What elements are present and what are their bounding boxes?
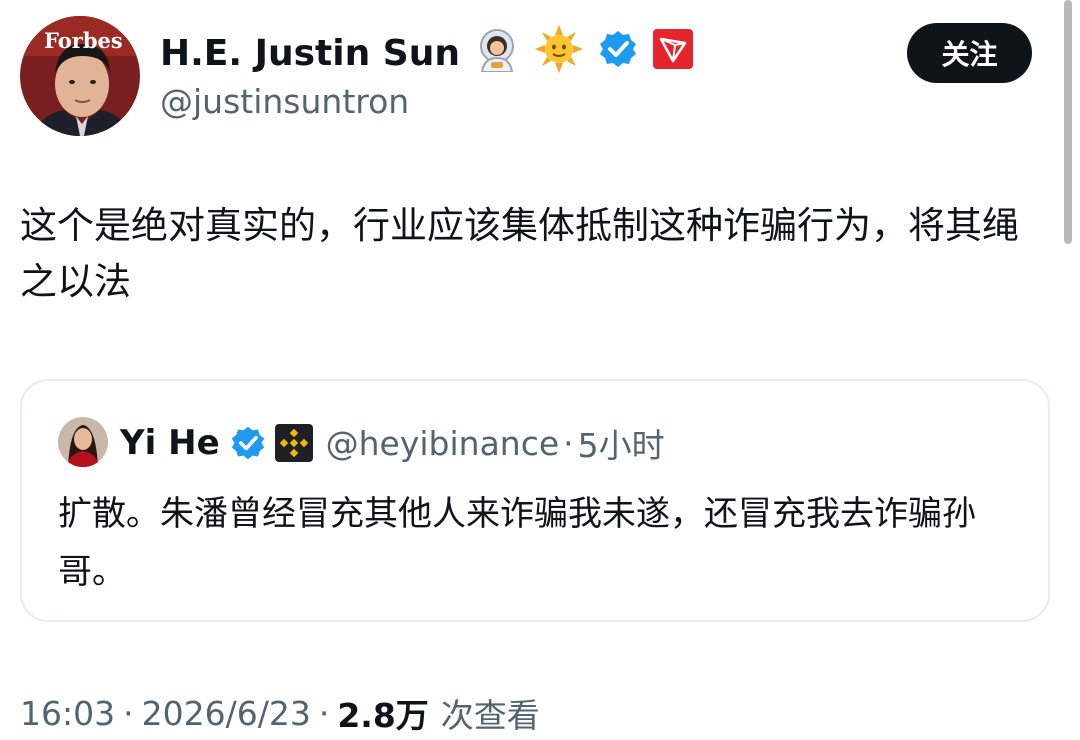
tweet-time[interactable]: 16:03 <box>20 694 115 733</box>
quote-body: 扩散。朱潘曾经冒充其他人来诈骗我未遂，还冒充我去诈骗孙哥。 <box>58 494 976 592</box>
tweet-body: 这个是绝对真实的，行业应该集体抵制这种诈骗行为，将其绳之以法 <box>20 204 1019 303</box>
tweet-date[interactable]: 2026/6/23 <box>142 694 311 733</box>
avatar-magazine-text: Forbes <box>44 28 123 53</box>
follow-button[interactable]: 关注 <box>907 23 1032 83</box>
astronaut-emoji-icon <box>474 26 520 81</box>
verified-badge-icon[interactable] <box>598 29 638 78</box>
quote-separator: · <box>563 423 574 463</box>
tron-logo-icon[interactable] <box>652 28 694 79</box>
quote-timestamp[interactable]: 5小时 <box>578 419 665 467</box>
quote-header: Yi He @heyibinance · 5小时 <box>120 417 665 469</box>
quote-verified-badge-icon[interactable] <box>230 425 266 461</box>
binance-logo-icon[interactable] <box>274 423 314 463</box>
avatar-image: Forbes <box>20 16 140 136</box>
sun-emoji-icon <box>534 24 584 83</box>
scrollbar-thumb[interactable] <box>1064 0 1072 244</box>
quote-author-avatar[interactable] <box>58 417 108 467</box>
author-handle[interactable]: @justinsuntron <box>160 82 409 121</box>
meta-separator: · <box>123 693 134 733</box>
meta-separator: · <box>318 693 330 733</box>
author-name-row: H.E. Justin Sun <box>160 24 694 83</box>
quote-author-handle[interactable]: @heyibinance <box>326 424 560 463</box>
quote-author-name[interactable]: Yi He <box>120 423 220 463</box>
tweet-meta: 16:03 · 2026/6/23 · 2.8万 次查看 <box>20 688 540 738</box>
views-count[interactable]: 2.8万 <box>337 689 428 737</box>
author-avatar[interactable]: Forbes <box>20 16 140 136</box>
views-label: 次查看 <box>440 696 540 735</box>
quote-avatar-image <box>58 417 108 467</box>
quoted-tweet-card[interactable]: Yi He @heyibinance · 5小时 扩散。朱潘曾经冒充其他人来诈骗… <box>20 379 1050 622</box>
author-display-name[interactable]: H.E. Justin Sun <box>160 33 460 74</box>
